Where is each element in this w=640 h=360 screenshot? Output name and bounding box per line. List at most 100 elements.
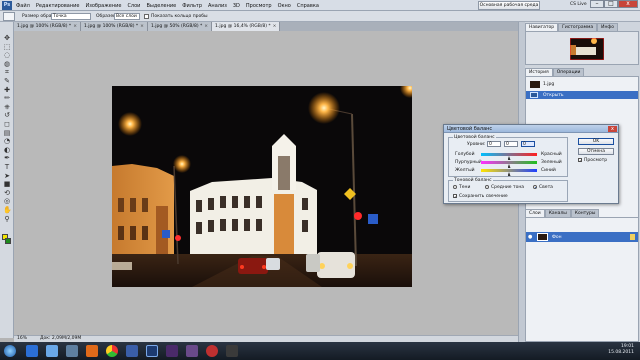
- start-button[interactable]: [4, 345, 16, 357]
- menu-item[interactable]: Слои: [127, 3, 140, 9]
- menu-item[interactable]: Фильтр: [182, 3, 202, 9]
- panel-tab[interactable]: Каналы: [544, 209, 571, 217]
- document-tab[interactable]: 1.jpg @ 100% (RGB/8) * ×: [14, 22, 81, 31]
- tab-close-icon[interactable]: ×: [273, 22, 277, 31]
- document-tab[interactable]: 1.jpg @ 16,4% (RGB/8) * ×: [212, 22, 281, 31]
- slider-thumb[interactable]: [507, 172, 511, 176]
- zoom-tool-icon[interactable]: ⚲: [3, 215, 11, 223]
- 3d-rotate-icon[interactable]: ⟲: [3, 189, 11, 197]
- tab-close-icon[interactable]: ×: [204, 22, 208, 31]
- level-input-cyan-red[interactable]: 0: [487, 141, 501, 147]
- workspace-button[interactable]: Основная рабочая среда: [478, 1, 540, 10]
- cs-live-button[interactable]: CS Live: [570, 2, 587, 7]
- app3-icon[interactable]: [206, 345, 218, 357]
- slider-left-label: Желтый: [455, 168, 475, 173]
- eye-icon[interactable]: ●: [528, 234, 534, 240]
- marquee-tool-icon[interactable]: ⬚: [3, 43, 11, 51]
- 3d-orbit-icon[interactable]: ◎: [3, 197, 11, 205]
- level-input-yellow-blue[interactable]: 0: [521, 141, 535, 147]
- sample-select[interactable]: Все слои: [114, 13, 140, 20]
- background-color-swatch[interactable]: [5, 238, 11, 244]
- system-clock[interactable]: 19:01 15.08.2011: [608, 344, 634, 356]
- slider-thumb[interactable]: [507, 156, 511, 160]
- app2-icon[interactable]: [186, 345, 198, 357]
- dialog-titlebar[interactable]: Цветовой баланс x: [444, 125, 618, 133]
- crop-tool-icon[interactable]: ⌗: [3, 68, 11, 76]
- opera-icon[interactable]: [86, 345, 98, 357]
- media-icon[interactable]: [66, 345, 78, 357]
- preserve-luminosity-checkbox[interactable]: ✓: [453, 194, 457, 199]
- color-slider-track[interactable]: [481, 169, 537, 172]
- menu-item[interactable]: Просмотр: [246, 3, 272, 9]
- eyedropper-preset-icon[interactable]: [3, 12, 15, 21]
- lasso-tool-icon[interactable]: ◌: [3, 51, 11, 59]
- menu-item[interactable]: Файл: [16, 3, 30, 9]
- navigator-thumbnail[interactable]: [570, 38, 604, 60]
- eyedropper-tool-icon[interactable]: ✎: [3, 77, 11, 85]
- panel-tab[interactable]: Операции: [552, 68, 585, 76]
- photoshop-taskbar-icon[interactable]: [146, 345, 158, 357]
- color-slider-track[interactable]: [481, 161, 537, 164]
- gradient-tool-icon[interactable]: ▤: [3, 129, 11, 137]
- minimize-button[interactable]: –: [590, 0, 604, 8]
- hand-tool-icon[interactable]: ✋: [3, 206, 12, 214]
- layer-row[interactable]: ● Фон: [526, 232, 638, 242]
- tone-radio-label: Средние тона: [491, 184, 525, 190]
- explorer-icon[interactable]: [46, 345, 58, 357]
- document-tab[interactable]: 1.jpg @ 100% (RGB/8) * ×: [80, 22, 148, 31]
- tone-radio[interactable]: [533, 185, 537, 189]
- panel-tab[interactable]: Слои: [525, 209, 545, 217]
- menu-item[interactable]: Редактирование: [36, 3, 80, 9]
- panel-tab[interactable]: Инфо: [597, 23, 619, 31]
- move-tool-icon[interactable]: ✥: [3, 34, 11, 42]
- panel-tab[interactable]: История: [525, 68, 553, 76]
- panel-tab[interactable]: Гистограмма: [558, 23, 598, 31]
- tab-close-icon[interactable]: ×: [73, 22, 77, 31]
- pen-tool-icon[interactable]: ✒: [3, 154, 11, 162]
- dialog-close-button[interactable]: x: [608, 125, 617, 132]
- tone-radio[interactable]: [485, 185, 489, 189]
- quick-select-tool-icon[interactable]: ◍: [3, 60, 11, 68]
- tone-radio[interactable]: [453, 185, 457, 189]
- ie-icon[interactable]: [26, 345, 38, 357]
- shape-tool-icon[interactable]: ■: [3, 180, 11, 188]
- dodge-tool-icon[interactable]: ◐: [3, 146, 11, 154]
- menu-item[interactable]: 3D: [233, 3, 240, 9]
- premiere-icon[interactable]: [166, 345, 178, 357]
- slider-left-label: Пурпурный: [455, 160, 482, 165]
- cancel-button[interactable]: Отмена: [578, 148, 614, 155]
- slider-thumb[interactable]: [507, 164, 511, 168]
- panel-tab[interactable]: Навигатор: [525, 23, 559, 31]
- sample-size-select[interactable]: Точка: [51, 13, 91, 20]
- preview-checkbox[interactable]: ✓: [578, 158, 582, 163]
- menu-item[interactable]: Окно: [278, 3, 291, 9]
- close-button[interactable]: x: [618, 0, 638, 8]
- panel-tab[interactable]: Контуры: [570, 209, 600, 217]
- clone-stamp-icon[interactable]: ⎈: [3, 103, 11, 111]
- chrome-icon[interactable]: [106, 345, 118, 357]
- night-city-image: [112, 86, 412, 287]
- level-input-magenta-green[interactable]: 0: [504, 141, 518, 147]
- show-ring-checkbox[interactable]: [144, 14, 149, 19]
- history-brush-icon[interactable]: ↺: [3, 111, 11, 119]
- type-tool-icon[interactable]: T: [3, 163, 11, 171]
- menu-item[interactable]: Изображение: [85, 3, 121, 9]
- color-slider-track[interactable]: [481, 153, 537, 156]
- history-item[interactable]: Открыть: [526, 91, 638, 99]
- brush-tool-icon[interactable]: ✏: [3, 94, 11, 102]
- document-photo[interactable]: [112, 86, 412, 287]
- menu-item[interactable]: Анализ: [208, 3, 227, 9]
- app4-icon[interactable]: [226, 345, 238, 357]
- app-icon[interactable]: [126, 345, 138, 357]
- eraser-tool-icon[interactable]: ◻: [3, 120, 11, 128]
- menu-item[interactable]: Выделение: [146, 3, 176, 9]
- path-select-icon[interactable]: ➤: [3, 172, 11, 180]
- menu-item[interactable]: Справка: [297, 3, 319, 9]
- slider-right-label: Красный: [541, 152, 562, 157]
- tab-close-icon[interactable]: ×: [140, 22, 144, 31]
- healing-brush-icon[interactable]: ✚: [3, 86, 11, 94]
- document-tab[interactable]: 1.jpg @ 50% (RGB/8) * ×: [147, 22, 213, 31]
- blur-tool-icon[interactable]: ◔: [3, 137, 11, 145]
- maximize-button[interactable]: □: [604, 0, 618, 8]
- ok-button[interactable]: OK: [578, 138, 614, 145]
